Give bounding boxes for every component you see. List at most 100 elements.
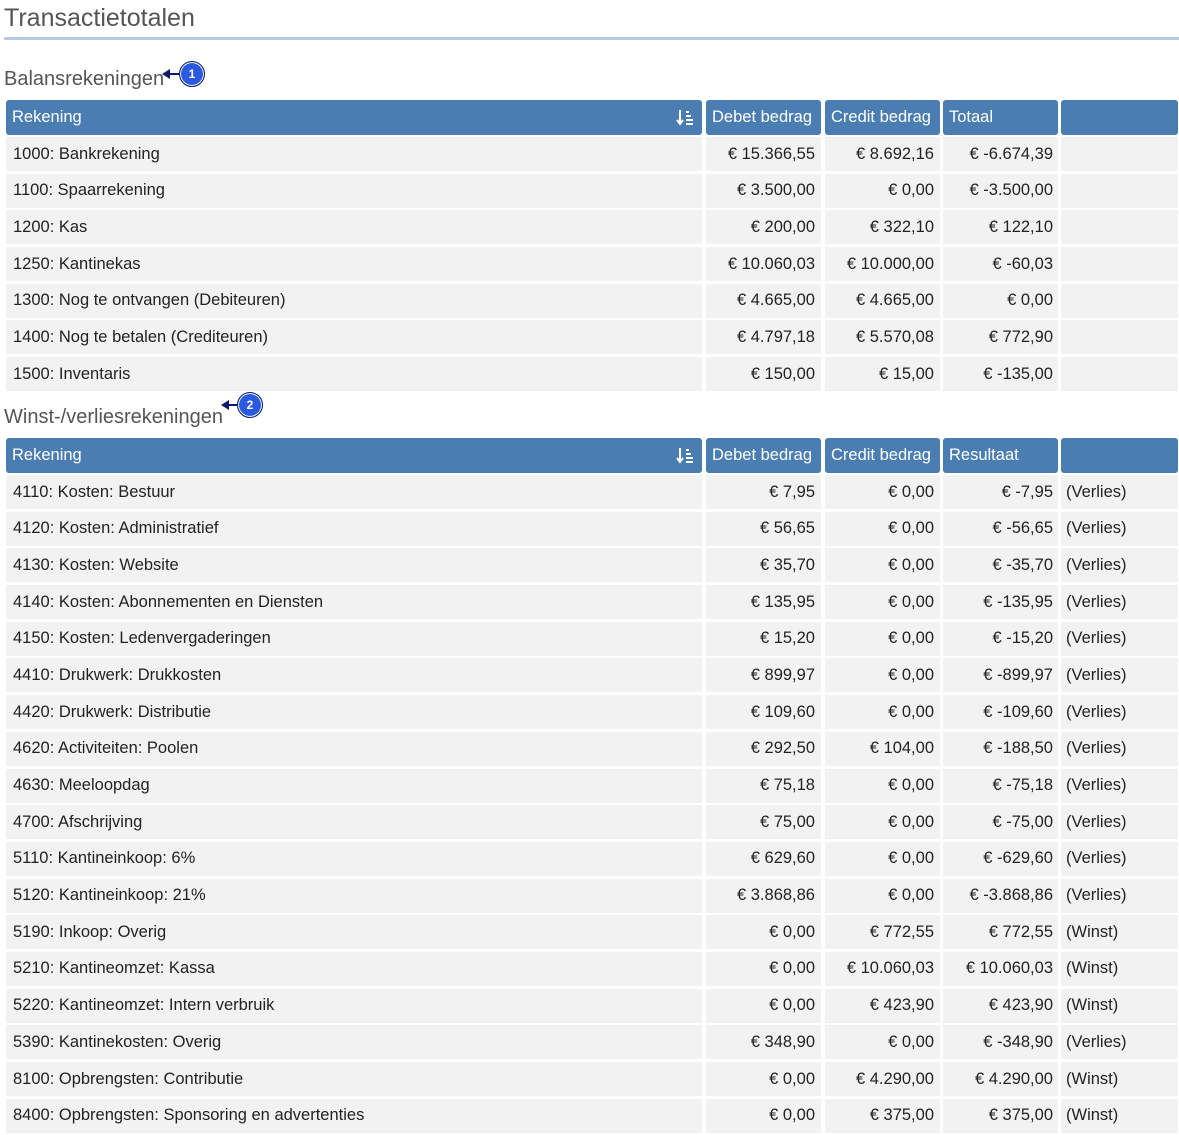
table-row: 1000: Bankrekening € 15.366,55 € 8.692,16 €… [6,137,1178,171]
total-cell: € 375,00 [943,1098,1058,1133]
total-cell: € 772,90 [943,320,1058,355]
account-cell: 4620: Activiteiten: Poolen [6,731,702,766]
debit-cell: € 10.060,03 [706,247,821,282]
pnl-table: Rekening Debet bedrag Credit bedrag Resulta… [6,438,1178,1135]
debit-cell: € 75,00 [706,805,821,840]
debit-cell: € 348,90 [706,1025,821,1060]
column-header[interactable]: Rekening [6,438,702,473]
result-label-cell: (Winst) [1061,1062,1178,1096]
account-cell: 1100: Spaarrekening [6,173,702,208]
table-row: 4130: Kosten: Website € 35,70 € 0,00 € -35,… [6,548,1178,583]
column-header[interactable] [1061,100,1178,135]
total-cell: € -6.674,39 [943,137,1058,171]
total-cell: € -135,00 [943,357,1058,392]
callout-1: 1 [162,61,205,87]
credit-cell: € 0,00 [825,1025,940,1060]
column-header[interactable]: Credit bedrag [825,100,940,135]
credit-cell: € 0,00 [825,173,940,208]
table-row: 1500: Inventaris € 150,00 € 15,00 € -135,00 [6,357,1178,392]
page-title: Transactietotalen [4,4,195,32]
total-cell: € -7,95 [943,475,1058,509]
result-label-cell [1061,173,1178,208]
result-label-cell [1061,137,1178,171]
credit-cell: € 772,55 [825,915,940,950]
total-cell: € -629,60 [943,841,1058,876]
credit-cell: € 0,00 [825,658,940,693]
table-row: 4120: Kosten: Administratief € 56,65 € 0,0… [6,511,1178,546]
account-cell: 5190: Inkoop: Overig [6,915,702,950]
account-cell: 5220: Kantineomzet: Intern verbruik [6,988,702,1023]
credit-cell: € 322,10 [825,210,940,245]
table-header-row: Rekening Debet bedrag Credit bedrag Totaal [6,100,1178,135]
section-title-balance: Balansrekeningen [4,68,165,90]
column-header[interactable] [1061,438,1178,473]
column-header[interactable]: Debet bedrag [706,438,821,473]
total-cell: € 122,10 [943,210,1058,245]
table-row: 4700: Afschrijving € 75,00 € 0,00 € -75,00(… [6,805,1178,840]
debit-cell: € 135,95 [706,585,821,620]
account-cell: 5110: Kantineinkoop: 6% [6,841,702,876]
debit-cell: € 56,65 [706,511,821,546]
total-cell: € -56,65 [943,511,1058,546]
result-label-cell: (Verlies) [1061,548,1178,583]
debit-cell: € 7,95 [706,475,821,509]
credit-cell: € 0,00 [825,548,940,583]
sort-descending-icon[interactable] [676,109,694,126]
credit-cell: € 375,00 [825,1098,940,1133]
table-row: 4630: Meeloopdag € 75,18 € 0,00 € -75,18 (Ve… [6,768,1178,803]
callout-badge: 2 [237,392,263,418]
result-label-cell: (Winst) [1061,988,1178,1023]
table-row: 1100: Spaarrekening € 3.500,00 € 0,00 € -3.… [6,173,1178,208]
total-cell: € 772,55 [943,915,1058,950]
credit-cell: € 10.000,00 [825,247,940,282]
column-header[interactable]: Rekening [6,100,702,135]
account-cell: 4630: Meeloopdag [6,768,702,803]
debit-cell: € 15,20 [706,621,821,656]
result-label-cell: (Verlies) [1061,511,1178,546]
debit-cell: € 629,60 [706,841,821,876]
debit-cell: € 3.868,86 [706,878,821,913]
credit-cell: € 0,00 [825,695,940,730]
total-cell: € -75,00 [943,805,1058,840]
account-cell: 1300: Nog te ontvangen (Debiteuren) [6,283,702,318]
callout-arrow-icon [162,69,170,79]
table-row: 8100: Opbrengsten: Contributie € 0,00 € 4.… [6,1062,1178,1096]
column-header[interactable]: Totaal [943,100,1058,135]
credit-cell: € 0,00 [825,511,940,546]
total-cell: € -3.868,86 [943,878,1058,913]
credit-cell: € 10.060,03 [825,951,940,986]
sort-descending-icon[interactable] [676,447,694,464]
debit-cell: € 0,00 [706,915,821,950]
table-row: 4110: Kosten: Bestuur € 7,95 € 0,00 € -7,95… [6,475,1178,509]
column-header[interactable]: Credit bedrag [825,438,940,473]
account-cell: 8100: Opbrengsten: Contributie [6,1062,702,1096]
credit-cell: € 8.692,16 [825,137,940,171]
result-label-cell: (Winst) [1061,915,1178,950]
account-cell: 4410: Drukwerk: Drukkosten [6,658,702,693]
debit-cell: € 0,00 [706,951,821,986]
result-label-cell: (Verlies) [1061,585,1178,620]
debit-cell: € 292,50 [706,731,821,766]
debit-cell: € 200,00 [706,210,821,245]
result-label-cell [1061,247,1178,282]
account-cell: 1500: Inventaris [6,357,702,392]
debit-cell: € 150,00 [706,357,821,392]
credit-cell: € 104,00 [825,731,940,766]
total-cell: € -109,60 [943,695,1058,730]
credit-cell: € 0,00 [825,475,940,509]
result-label-cell [1061,357,1178,392]
result-label-cell [1061,283,1178,318]
result-label-cell [1061,210,1178,245]
total-cell: € -60,03 [943,247,1058,282]
column-header[interactable]: Debet bedrag [706,100,821,135]
result-label-cell: (Verlies) [1061,1025,1178,1060]
table-row: 4620: Activiteiten: Poolen € 292,50 € 104,… [6,731,1178,766]
column-header[interactable]: Resultaat [943,438,1058,473]
account-cell: 4700: Afschrijving [6,805,702,840]
table-row: 4140: Kosten: Abonnementen en Diensten € … [6,585,1178,620]
credit-cell: € 0,00 [825,585,940,620]
table-row: 1200: Kas € 200,00 € 322,10 € 122,10 [6,210,1178,245]
table-row: 5110: Kantineinkoop: 6% € 629,60 € 0,00 € -… [6,841,1178,876]
credit-cell: € 4.290,00 [825,1062,940,1096]
account-cell: 5120: Kantineinkoop: 21% [6,878,702,913]
